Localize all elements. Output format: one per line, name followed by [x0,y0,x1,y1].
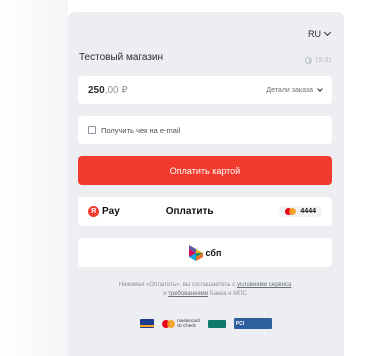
mastercard-id-check-badge: mastercard ID Check [162,318,200,329]
terms-suffix: Банка и МПС [209,291,247,297]
email-receipt-option[interactable]: Получить чек на e-mail [78,116,332,144]
clock-icon [305,57,313,64]
receipt-checkbox[interactable] [88,126,96,134]
payment-panel: RU Тестовый магазин 19:31 250,00 ₽ Детал… [68,12,344,356]
security-badges: mastercard ID Check PCI [68,318,344,329]
page-background [0,0,68,356]
sbp-button[interactable]: сбп [78,238,332,267]
order-amount: 250,00 ₽ [88,85,128,96]
timer-value: 19:31 [314,57,332,64]
sbp-label: сбп [205,247,222,258]
mastercard-icon [285,208,297,215]
language-label: RU [308,29,321,39]
chevron-down-icon [317,86,323,92]
service-terms-link[interactable]: условиями сервиса [237,282,291,288]
yandex-pay-logo: Я Pay [88,206,120,217]
sbp-logo-icon [188,244,203,261]
terms-prefix: Нажимая «Оплатить», вы соглашаетесь с [118,282,236,288]
yandex-logo-icon: Я [88,206,99,217]
shop-name: Тестовый магазин [79,52,164,63]
chevron-down-icon [323,28,332,37]
pay-by-card-label: Оплатить картой [169,165,241,176]
order-details-toggle[interactable]: Детали заказа [266,86,323,94]
yandex-pay-label: Оплатить [165,206,214,217]
amount-whole: 250 [88,84,105,96]
yandex-pay-button[interactable]: Я Pay Оплатить 4444 [78,197,332,226]
terms-middle: и [163,291,167,297]
pci-dss-badge: PCI [233,318,272,329]
card-last4: 4444 [300,208,316,215]
language-selector[interactable]: RU [308,28,332,39]
amount-cents: ,00 ₽ [104,84,128,96]
order-details-label: Детали заказа [266,86,313,94]
receipt-label: Получить чек на e-mail [101,125,181,135]
mir-accept-icon [207,319,226,328]
visa-secure-icon [140,319,155,328]
mastercard-line2: ID Check [177,322,196,328]
pci-text: PCI [235,320,245,327]
pay-by-card-button[interactable]: Оплатить картой [78,156,332,185]
terms-notice: Нажимая «Оплатить», вы соглашаетесь с ус… [78,281,332,299]
requirements-link[interactable]: требованиями [168,291,208,297]
saved-card-chip: 4444 [279,206,322,217]
yandex-pay-logo-text: Pay [102,206,120,217]
session-timer: 19:31 [305,57,332,64]
order-amount-card: 250,00 ₽ Детали заказа [78,76,332,104]
mastercard-icon [162,319,176,328]
